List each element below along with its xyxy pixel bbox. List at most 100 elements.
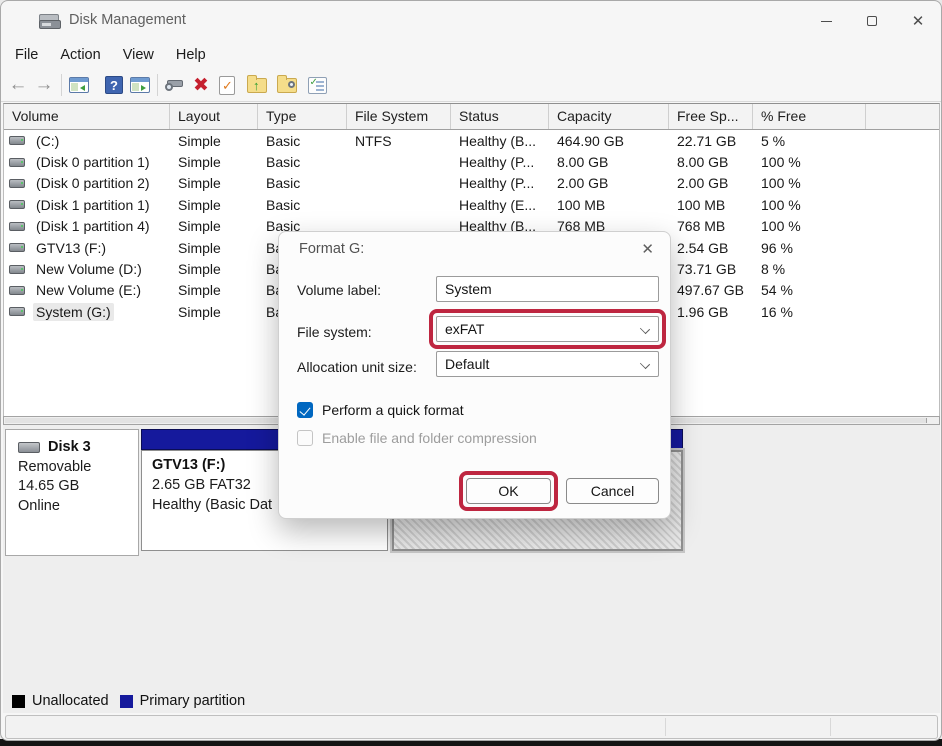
volume-row[interactable]: (Disk 0 partition 1) Simple Basic Health… — [4, 151, 939, 172]
layout-cell: Simple — [170, 154, 258, 170]
rescan-disks-button[interactable] — [162, 72, 188, 98]
back-button[interactable]: ← — [5, 72, 31, 98]
ok-button[interactable]: OK — [466, 478, 551, 504]
volume-name-cell: (Disk 0 partition 2) — [4, 174, 170, 192]
column-header-percent-free[interactable]: % Free — [753, 104, 866, 129]
checkbox-checked-icon[interactable] — [297, 402, 313, 418]
menu-item[interactable]: Help — [165, 44, 217, 66]
layout-cell: Simple — [170, 133, 258, 149]
volume-name-cell: (Disk 1 partition 4) — [4, 217, 170, 235]
percent-free-cell: 100 % — [753, 197, 866, 213]
type-cell: Basic — [258, 154, 347, 170]
volume-label-input[interactable] — [436, 276, 659, 302]
free-space-cell: 2.54 GB — [669, 240, 753, 256]
document-check-icon: ✓ — [219, 76, 235, 95]
disk-management-app-icon — [39, 14, 61, 29]
annotation-box-file-system — [429, 309, 666, 349]
folder-magnifier-icon — [277, 78, 297, 93]
back-arrow-icon: ← — [9, 74, 28, 96]
column-header-type[interactable]: Type — [258, 104, 347, 129]
free-space-cell: 2.00 GB — [669, 175, 753, 191]
percent-free-cell: 100 % — [753, 175, 866, 191]
checkbox-unchecked-icon — [297, 430, 313, 446]
menu-item[interactable]: File — [4, 44, 49, 66]
disk-management-window: Disk Management ✕ FileActionViewHelp ← →… — [0, 0, 942, 741]
status-bar — [5, 715, 938, 739]
forward-button[interactable]: → — [31, 72, 57, 98]
legend-label: Unallocated — [32, 693, 109, 709]
column-header-capacity[interactable]: Capacity — [549, 104, 669, 129]
volume-row[interactable]: (Disk 1 partition 1) Simple Basic Health… — [4, 194, 939, 215]
disk-size: 14.65 GB — [18, 478, 138, 494]
column-header-layout[interactable]: Layout — [170, 104, 258, 129]
allocation-dropdown[interactable]: Default — [436, 351, 659, 377]
free-space-cell: 22.71 GB — [669, 133, 753, 149]
percent-free-cell: 100 % — [753, 154, 866, 170]
chevron-down-icon — [640, 359, 650, 369]
quick-format-checkbox-row[interactable]: Perform a quick format — [297, 402, 464, 418]
allocation-label: Allocation unit size: — [297, 359, 417, 375]
dialog-close-icon[interactable]: ✕ — [641, 240, 654, 258]
file-system-cell: NTFS — [347, 133, 451, 149]
legend-bar: Unallocated Primary partition — [3, 689, 940, 713]
format-dialog: Format G: ✕ Volume label: File system: e… — [278, 231, 671, 519]
legend-item: Primary partition — [120, 693, 246, 709]
mark-active-button[interactable]: ✓ — [214, 72, 240, 98]
disk-3-card[interactable]: Disk 3 Removable 14.65 GB Online — [5, 429, 139, 556]
free-space-cell: 8.00 GB — [669, 154, 753, 170]
capacity-cell: 2.00 GB — [549, 175, 669, 191]
free-space-cell: 73.71 GB — [669, 261, 753, 277]
minimize-button[interactable] — [803, 1, 849, 41]
drive-icon — [9, 243, 25, 252]
status-bar-divider — [665, 718, 666, 736]
percent-free-cell: 8 % — [753, 261, 866, 277]
show-console-tree-button[interactable] — [66, 72, 92, 98]
status-bar-divider — [830, 718, 831, 736]
volume-row[interactable]: (C:) Simple Basic NTFS Healthy (B... 464… — [4, 130, 939, 151]
free-space-cell: 1.96 GB — [669, 304, 753, 320]
menu-item[interactable]: Action — [49, 44, 111, 66]
disk-magnifier-icon — [165, 78, 185, 92]
close-button[interactable]: ✕ — [895, 1, 941, 41]
allocation-value: Default — [445, 356, 489, 372]
drive-icon — [9, 179, 25, 188]
disk-name: Disk 3 — [48, 439, 91, 455]
type-cell: Basic — [258, 175, 347, 191]
compression-checkbox-row: Enable file and folder compression — [297, 430, 537, 446]
volume-name-cell: System (G:) — [4, 303, 170, 321]
menu-item[interactable]: View — [112, 44, 165, 66]
cancel-button[interactable]: Cancel — [566, 478, 659, 504]
status-cell: Healthy (P... — [451, 175, 549, 191]
help-button[interactable]: ? — [101, 72, 127, 98]
properties-button[interactable]: ✓ — [304, 72, 330, 98]
layout-cell: Simple — [170, 175, 258, 191]
free-space-cell: 768 MB — [669, 218, 753, 234]
volume-row[interactable]: (Disk 0 partition 2) Simple Basic Health… — [4, 173, 939, 194]
delete-volume-button[interactable]: ✖ — [188, 72, 214, 98]
type-cell: Basic — [258, 133, 347, 149]
column-header-status[interactable]: Status — [451, 104, 549, 129]
menu-bar: FileActionViewHelp — [1, 41, 941, 69]
help-icon: ? — [105, 76, 123, 94]
checklist-icon: ✓ — [308, 77, 327, 94]
open-button[interactable]: ↑ — [244, 72, 270, 98]
console-tree-icon — [69, 77, 89, 93]
toolbar-separator — [157, 74, 158, 96]
status-cell: Healthy (B... — [451, 133, 549, 149]
maximize-button[interactable] — [849, 1, 895, 41]
column-header-volume[interactable]: Volume — [4, 104, 170, 129]
free-space-cell: 100 MB — [669, 197, 753, 213]
show-action-pane-button[interactable] — [127, 72, 153, 98]
status-cell: Healthy (E... — [451, 197, 549, 213]
drive-icon — [9, 265, 25, 274]
drive-icon — [9, 200, 25, 209]
red-x-icon: ✖ — [193, 74, 209, 97]
free-space-cell: 497.67 GB — [669, 282, 753, 298]
volume-name-cell: New Volume (D:) — [4, 260, 170, 278]
explore-button[interactable] — [274, 72, 300, 98]
column-header-free-space[interactable]: Free Sp... — [669, 104, 753, 129]
column-header-file-system[interactable]: File System — [347, 104, 451, 129]
layout-cell: Simple — [170, 197, 258, 213]
action-pane-icon — [130, 77, 150, 93]
type-cell: Basic — [258, 197, 347, 213]
